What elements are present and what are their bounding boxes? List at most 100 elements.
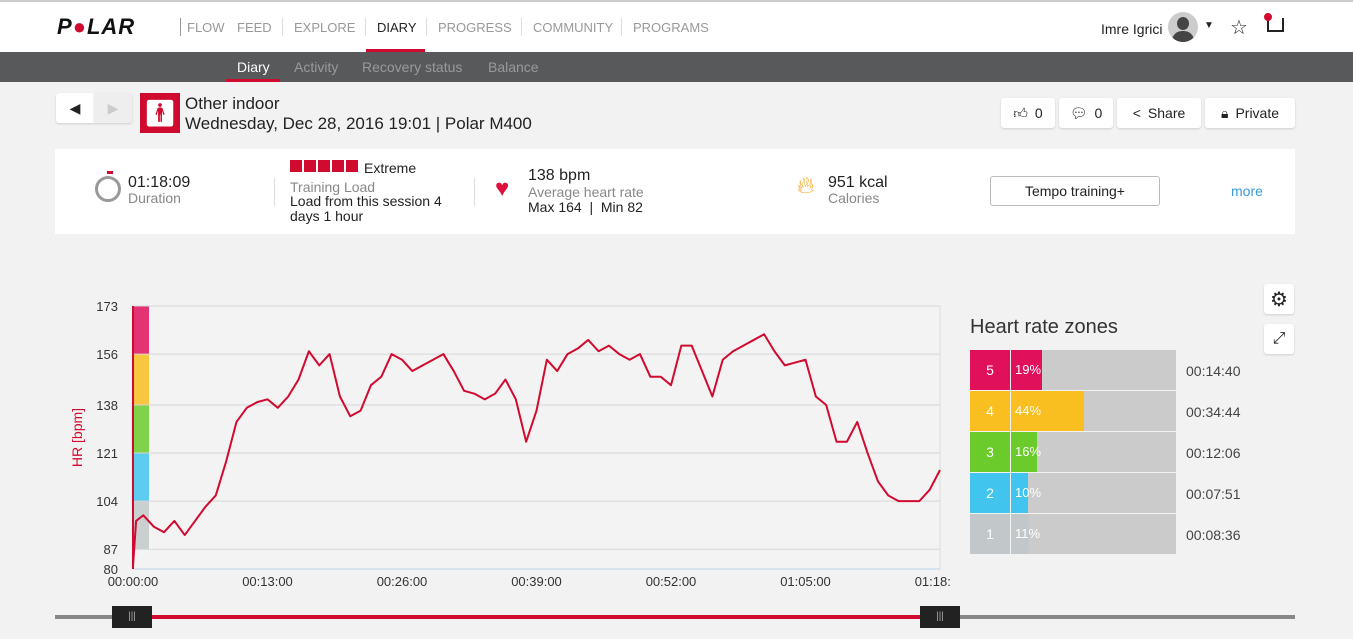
- y-tick-label: 87: [104, 542, 118, 557]
- plot-area: [132, 305, 941, 570]
- subnav-diary[interactable]: Diary: [237, 59, 270, 75]
- next-session-button[interactable]: ▶: [94, 93, 132, 123]
- y-tick-label: 121: [96, 446, 118, 461]
- zone-percent: 44%: [1015, 403, 1042, 418]
- hr-zone-5[interactable]: 5 19%: [970, 350, 1176, 390]
- subnav-recovery-status[interactable]: Recovery status: [362, 59, 462, 75]
- zone-percent: 10%: [1015, 485, 1042, 500]
- hr-zone-1[interactable]: 1 11%: [970, 514, 1176, 554]
- subnav-activity[interactable]: Activity: [294, 59, 338, 75]
- x-tick-label: 00:39:00: [511, 574, 562, 589]
- zone-time: 00:12:06: [1186, 445, 1241, 461]
- subnav-balance[interactable]: Balance: [488, 59, 539, 75]
- zone-band-2: [133, 453, 149, 502]
- training-load-bars: [290, 160, 358, 172]
- nav-progress[interactable]: PROGRESS: [438, 20, 512, 35]
- training-benefit-button[interactable]: Tempo training+: [990, 176, 1160, 206]
- sport-icon: 🚹︎: [140, 93, 180, 133]
- comment-button[interactable]: 💬︎ 0: [1059, 98, 1113, 128]
- zone-band-5: [133, 306, 149, 355]
- privacy-button[interactable]: 🔒︎ Private: [1205, 98, 1295, 128]
- zone-time: 00:08:36: [1186, 527, 1241, 543]
- polar-logo[interactable]: P●LAR: [57, 14, 135, 40]
- zone-number: 3: [970, 432, 1010, 472]
- zone-number: 4: [970, 391, 1010, 431]
- y-tick-label: 173: [96, 299, 118, 314]
- nav-divider: [365, 18, 366, 36]
- load-bar: [290, 160, 302, 172]
- y-axis-label: HR [bpm]: [69, 408, 85, 467]
- comment-icon: 💬︎: [1069, 104, 1088, 121]
- heart-rate-chart[interactable]: 173156138121104878000:00:00 00:13:00 00:26…: [60, 280, 950, 600]
- sub-nav-bar: [0, 52, 1353, 82]
- zone-percent: 19%: [1015, 362, 1042, 377]
- y-tick-label: 104: [96, 494, 118, 509]
- range-start-handle[interactable]: |||: [112, 606, 152, 628]
- hr-max-min: Max 164 | Min 82: [528, 199, 643, 215]
- hr-zone-2[interactable]: 2 10%: [970, 473, 1176, 513]
- nav-diary[interactable]: DIARY: [377, 20, 417, 35]
- arrow-left-icon: ◀: [69, 99, 81, 116]
- more-link[interactable]: more: [1231, 183, 1263, 199]
- arrow-right-icon: ▶: [107, 99, 119, 116]
- user-menu-caret-icon[interactable]: ▼: [1204, 20, 1214, 31]
- zone-percent: 11%: [1015, 526, 1041, 541]
- zone-time: 00:14:40: [1186, 363, 1241, 379]
- zone-band-3: [133, 404, 149, 454]
- hr-label: Average heart rate: [528, 184, 644, 200]
- load-bar: [318, 160, 330, 172]
- star-icon[interactable]: ☆: [1230, 15, 1248, 40]
- avatar[interactable]: [1168, 12, 1198, 42]
- x-tick-label: 01:05:00: [780, 574, 831, 589]
- comment-count: 0: [1094, 105, 1103, 121]
- zone-bar: 16%: [1011, 432, 1176, 472]
- hr-average: 138 bpm: [528, 167, 591, 184]
- fullscreen-button[interactable]: ⤢: [1264, 324, 1294, 354]
- hr-zone-3[interactable]: 3 16%: [970, 432, 1176, 472]
- thumbs-up-icon: 👍︎: [1013, 104, 1028, 121]
- gear-icon: ⚙: [1270, 288, 1288, 311]
- previous-session-button[interactable]: ◀: [56, 93, 94, 123]
- nav-programs[interactable]: PROGRAMS: [633, 20, 709, 35]
- flame-icon: 🔥︎: [797, 172, 815, 199]
- share-button[interactable]: < Share: [1117, 98, 1201, 128]
- x-tick-label: 00:52:00: [646, 574, 697, 589]
- privacy-label: Private: [1235, 105, 1280, 121]
- training-benefit-label: Tempo training+: [1024, 183, 1125, 199]
- x-tick-label: 01:18:00: [915, 574, 950, 589]
- hr-zone-4[interactable]: 4 44%: [970, 391, 1176, 431]
- x-tick-label: 00:13:00: [242, 574, 293, 589]
- zone-percent: 16%: [1015, 444, 1042, 459]
- share-label: Share: [1147, 105, 1186, 121]
- user-name[interactable]: Imre Igrici: [1101, 21, 1162, 37]
- zone-number: 2: [970, 473, 1010, 513]
- zone-bar: 44%: [1011, 391, 1176, 431]
- zone-bar: 11%: [1011, 514, 1176, 554]
- zone-time: 00:07:51: [1186, 486, 1241, 502]
- range-end-handle[interactable]: |||: [920, 606, 960, 628]
- like-button[interactable]: 👍︎ 0: [1001, 98, 1055, 128]
- y-tick-label: 156: [96, 347, 118, 362]
- sport-name: Other indoor: [185, 94, 280, 113]
- stopwatch-icon: [95, 171, 121, 202]
- zone-time: 00:34:44: [1186, 404, 1241, 420]
- load-bar: [346, 160, 358, 172]
- nav-community[interactable]: COMMUNITY: [533, 20, 613, 35]
- nav-explore[interactable]: EXPLORE: [294, 20, 355, 35]
- chart-settings-button[interactable]: ⚙: [1264, 284, 1294, 314]
- expand-icon: ⤢: [1272, 330, 1286, 347]
- y-tick-label: 138: [96, 398, 118, 413]
- nav-divider: [621, 18, 622, 36]
- share-icon: <: [1132, 105, 1141, 121]
- session-datetime: Wednesday, Dec 28, 2016 19:01 | Polar M4…: [185, 114, 532, 133]
- zone-number: 5: [970, 350, 1010, 390]
- nav-feed[interactable]: FEED: [237, 20, 272, 35]
- training-load-text: Load from this session 4 days 1 hour: [290, 193, 442, 224]
- nav-flow[interactable]: FLOW: [187, 20, 225, 35]
- zone-number: 1: [970, 514, 1010, 554]
- hr-zones-title: Heart rate zones: [970, 316, 1118, 338]
- nav-divider: [521, 18, 522, 36]
- zone-band-4: [133, 354, 149, 405]
- zone-bar: 10%: [1011, 473, 1176, 513]
- notifications-icon[interactable]: [1264, 13, 1284, 32]
